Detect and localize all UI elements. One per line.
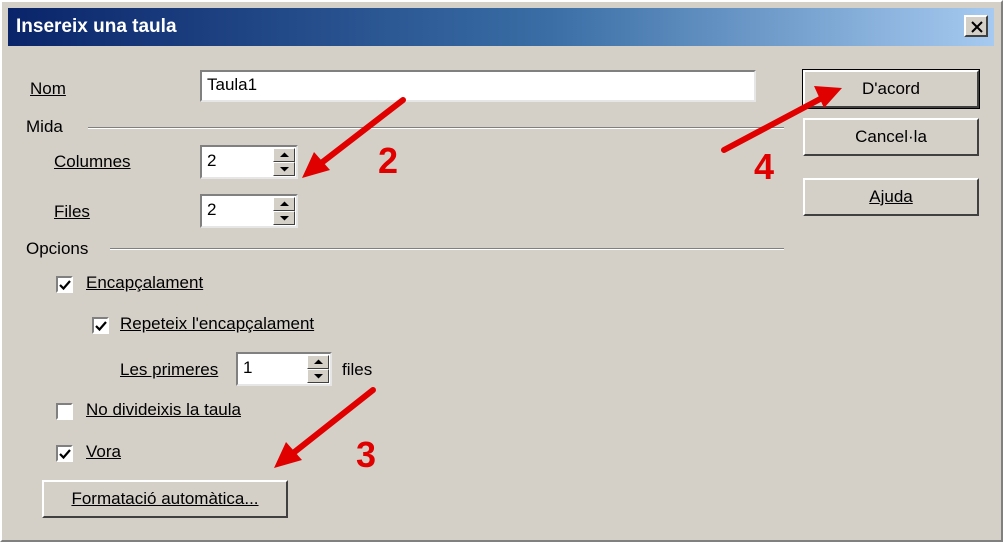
annotation-step-2: 2	[378, 140, 399, 181]
annotation-step-3: 3	[356, 434, 377, 475]
insert-table-dialog: Insereix una taula Nom Taula1 Mida Colum…	[0, 0, 1003, 542]
annotation-step-4: 4	[754, 146, 775, 187]
annotation-arrow-4	[721, 86, 842, 153]
annotation-arrows	[274, 86, 842, 468]
